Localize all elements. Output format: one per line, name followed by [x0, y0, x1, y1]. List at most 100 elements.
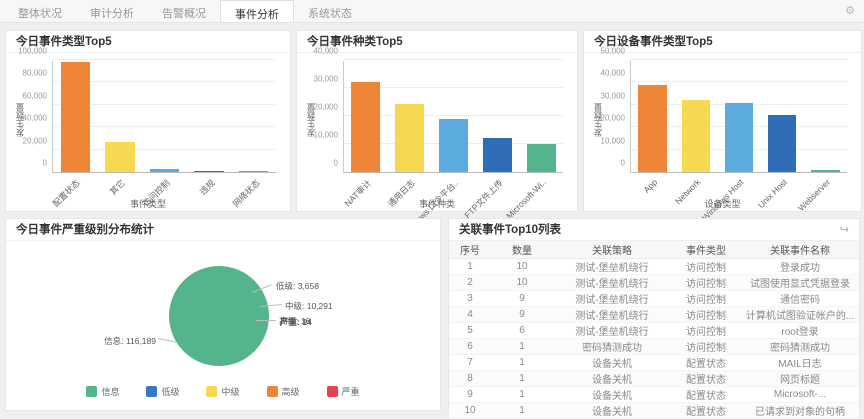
share-icon[interactable]: ↪ [840, 223, 849, 236]
table-cell: 密码猜测成功 [741, 338, 859, 354]
table-cell: 访问控制 [671, 258, 741, 274]
y-axis-tick: 0 [334, 159, 338, 168]
legend-item-严重[interactable]: 严重 [327, 385, 360, 398]
card-today-event-kind-top5: 今日事件种类Top5 发生数量 010,00020,00030,00040,00… [296, 30, 578, 212]
table-cell: 1 [491, 354, 553, 370]
bar-FTP文件上传[interactable] [483, 138, 512, 172]
table-row[interactable]: 71设备关机配置状态MAIL日志 [449, 354, 859, 370]
bar-违规[interactable] [194, 171, 223, 172]
bar-Windows 口令平台..[interactable] [439, 119, 468, 172]
table-cell: 测试-堡垒机绕行 [553, 290, 671, 306]
table-row[interactable]: 91设备关机配置状态Microsoft-... [449, 386, 859, 402]
chart-title: 今日设备事件类型Top5 [584, 31, 861, 53]
table-cell: 网页标题 [741, 370, 859, 386]
table-row[interactable]: 39测试-堡垒机绕行访问控制通信密码 [449, 290, 859, 306]
table-row[interactable]: 49测试-堡垒机绕行访问控制计算机试图验证帐户的... [449, 306, 859, 322]
table-cell: 1 [449, 258, 491, 274]
nav-tabs: 整体状况审计分析告警概况事件分析系统状态 [4, 0, 366, 22]
chart-plot-area: 010,00020,00030,00040,00050,000 [630, 61, 847, 173]
bar-配置状态[interactable] [61, 62, 90, 172]
legend-swatch [86, 386, 97, 397]
table-cell: 设备关机 [553, 354, 671, 370]
table-row[interactable]: 110测试-堡垒机绕行访问控制登录成功 [449, 258, 859, 274]
chart-title: 今日事件类型Top5 [6, 31, 290, 53]
table-header-关联事件名称: 关联事件名称 [741, 241, 859, 258]
table-cell: 10 [491, 258, 553, 274]
nav-tab-整体状况[interactable]: 整体状况 [4, 0, 76, 22]
legend-swatch [206, 386, 217, 397]
bar-slot [231, 61, 276, 172]
nav-tab-审计分析[interactable]: 审计分析 [76, 0, 148, 22]
legend-item-中级[interactable]: 中级 [206, 385, 239, 398]
table-row[interactable]: 101设备关机配置状态已请求到对象的句柄 [449, 402, 859, 418]
table-cell: 9 [491, 290, 553, 306]
bar-通用日志[interactable] [395, 104, 424, 172]
table-cell: MAIL日志 [741, 354, 859, 370]
table-cell: 配置状态 [671, 354, 741, 370]
table-header-row: 序号数量关联策略事件类型关联事件名称 [449, 241, 859, 258]
table-cell: 计算机试图验证帐户的... [741, 306, 859, 322]
y-axis-tick: 30,000 [601, 91, 625, 100]
table-row[interactable]: 56测试-堡垒机绕行访问控制root登录 [449, 322, 859, 338]
bars-container [344, 61, 563, 172]
bar-网络状态[interactable] [239, 171, 268, 172]
pie-label-low: 低级: 3,658 [276, 280, 319, 292]
bar-访问控制[interactable] [150, 169, 179, 172]
bar-Microsoft-Wi..[interactable] [527, 144, 556, 172]
bar-Unix Host[interactable] [768, 115, 797, 172]
table-cell: 访问控制 [671, 306, 741, 322]
bar-Windows Host[interactable] [725, 103, 754, 172]
table-cell: 密码猜测成功 [553, 338, 671, 354]
bar-slot [761, 61, 804, 172]
x-axis-category-label: 违规 [197, 177, 218, 198]
bars-container [53, 61, 276, 172]
pie-label-info: 信息: 116,189 [78, 335, 156, 347]
table-cell: 9 [491, 306, 553, 322]
card-today-event-type-top5: 今日事件类型Top5 发生数量 020,00040,00060,00080,00… [5, 30, 291, 212]
table-cell: 设备关机 [553, 370, 671, 386]
bar-slot [53, 61, 98, 172]
table-cell: 测试-堡垒机绕行 [553, 274, 671, 290]
table-cell: 9 [449, 386, 491, 402]
legend-label: 中级 [221, 385, 239, 398]
bar-slot [432, 61, 476, 172]
bar-App[interactable] [638, 85, 667, 172]
table-row[interactable]: 61密码猜测成功访问控制密码猜测成功 [449, 338, 859, 354]
legend-item-高级[interactable]: 高级 [267, 385, 300, 398]
gridline [53, 59, 276, 60]
legend-item-低级[interactable]: 低级 [146, 385, 179, 398]
table-cell: 配置状态 [671, 370, 741, 386]
nav-tab-告警概况[interactable]: 告警概况 [148, 0, 220, 22]
legend-label: 信息 [101, 385, 119, 398]
y-axis-tick: 10,000 [314, 131, 338, 140]
y-axis-tick: 10,000 [601, 136, 625, 145]
gridline [344, 59, 563, 60]
bar-NAT审计[interactable] [351, 82, 380, 172]
bar-其它[interactable] [105, 142, 134, 172]
table-header-关联策略: 关联策略 [553, 241, 671, 258]
bar-Network[interactable] [682, 100, 711, 172]
x-axis-label: 事件类型 [6, 197, 290, 210]
table-cell: 1 [491, 338, 553, 354]
y-axis-tick: 40,000 [23, 114, 47, 123]
bar-slot [344, 61, 388, 172]
y-axis-tick: 0 [43, 159, 47, 168]
table-row[interactable]: 210测试-堡垒机绕行访问控制试图使用显式凭据登录 [449, 274, 859, 290]
table-row[interactable]: 81设备关机配置状态网页标题 [449, 370, 859, 386]
pie-title: 今日事件严重级别分布统计 [6, 219, 440, 241]
pie-legend: 信息 低级 中级 高级 严重 [6, 385, 440, 398]
y-axis-tick: 80,000 [23, 69, 47, 78]
bar-Webserver[interactable] [811, 170, 840, 172]
nav-tab-事件分析[interactable]: 事件分析 [220, 0, 294, 22]
legend-item-信息[interactable]: 信息 [86, 385, 119, 398]
gridline [631, 59, 847, 60]
gear-icon[interactable]: ⚙ [845, 4, 855, 17]
table-cell: 设备关机 [553, 402, 671, 418]
nav-tab-系统状态[interactable]: 系统状态 [294, 0, 366, 22]
bar-slot [475, 61, 519, 172]
bar-slot [142, 61, 187, 172]
severity-pie-chart[interactable] [169, 266, 269, 366]
table-cell: 6 [491, 322, 553, 338]
table-cell: 通信密码 [741, 290, 859, 306]
table-cell: 10 [449, 402, 491, 418]
